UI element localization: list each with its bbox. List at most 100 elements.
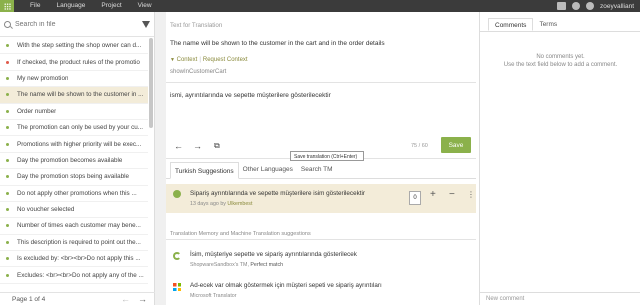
status-dot-icon [6,191,9,195]
tm-text: İsim, müşteriye sepette ve sipariş ayrın… [190,251,357,258]
vote-count: 0 [409,191,421,205]
status-dot-icon [6,109,9,113]
list-item-text: Day the promotion becomes available [17,156,123,164]
suggestion-tabs: Turkish Suggestions Other Languages Sear… [166,162,476,179]
comment-tabs: Comments Terms [488,18,563,31]
context-link[interactable]: Context [177,57,198,63]
status-dot-icon [6,76,9,80]
string-key: showInCustomerCart [170,69,227,75]
status-dot-icon [6,240,9,244]
gear-icon[interactable] [572,2,581,10]
list-item[interactable]: With the step setting the shop owner can… [0,38,148,55]
list-item-text: Number of times each customer may bene..… [17,222,141,230]
list-item[interactable]: If checked, the product rules of the pro… [0,54,148,71]
tm-header: Translation Memory and Machine Translati… [170,231,311,237]
search-input[interactable] [15,20,138,28]
list-item[interactable]: Is excluded by: <br><br>Do not apply thi… [0,251,148,268]
no-comments-message: No comments yet. Use the text field belo… [503,54,618,68]
suggestion-row[interactable]: Sipariş ayrıntılarında ve sepette müşter… [166,184,476,213]
top-menu-bar: File Language Project View zoeyvalliant [0,0,640,12]
string-list: With the step setting the shop owner can… [0,38,148,284]
tab-search-tm[interactable]: Search TM [297,161,337,178]
list-item[interactable]: Excludes: <br><br>Do not apply any of th… [0,267,148,284]
menu-language[interactable]: Language [48,0,93,12]
list-item-text: No voucher selected [17,206,75,214]
list-item[interactable]: The promotion can only be used by your c… [0,120,148,137]
undo-icon[interactable]: ← [174,141,183,151]
app-logo-icon[interactable] [0,0,14,12]
source-label: Text for Translation [170,22,223,29]
copy-source-icon[interactable]: ⧉ [214,141,220,151]
list-item[interactable]: Promotions with higher priority will be … [0,136,148,153]
list-item[interactable]: Number of times each customer may bene..… [0,218,148,235]
mt-suggestion[interactable]: Ad-ecek var olmak göstermek için müşteri… [166,278,476,304]
source-text: The name will be shown to the customer i… [170,40,385,47]
prev-page-icon[interactable]: ← [121,294,130,304]
search-icon [4,20,11,28]
user-menu[interactable]: zoeyvalliant [600,3,634,10]
suggestion-text: Sipariş ayrıntılarında ve sepette müşter… [190,190,365,197]
list-item-text: Order number [17,107,57,115]
string-list-panel: With the step setting the shop owner can… [0,12,155,305]
list-item[interactable]: No voucher selected [0,202,148,219]
list-item-text: If checked, the product rules of the pro… [17,58,140,66]
help-icon[interactable] [586,2,595,10]
list-item-text: The name will be shown to the customer i… [17,91,144,99]
status-dot-icon [6,126,9,130]
list-item[interactable]: The name will be shown to the customer i… [0,87,148,104]
save-button[interactable]: Save [441,137,471,153]
suggestion-author[interactable]: Ulkembest [227,201,252,207]
request-context-link[interactable]: Request Context [203,57,248,63]
menu-file[interactable]: File [22,0,48,12]
tab-terms[interactable]: Terms [533,18,563,31]
list-item[interactable]: Do not apply other promotions when this … [0,186,148,202]
microsoft-translator-icon [173,283,181,291]
tab-turkish-suggestions[interactable]: Turkish Suggestions [170,162,239,179]
more-options-icon[interactable]: ⋮ [467,190,475,199]
downvote-icon[interactable]: − [449,189,455,200]
list-item[interactable]: Day the promotion becomes available [0,153,148,170]
redo-icon[interactable]: → [193,141,202,151]
filter-icon[interactable] [142,20,150,28]
list-item[interactable]: Order number [0,104,148,120]
tab-comments[interactable]: Comments [488,18,534,31]
page-indicator: Page 1 of 4 [12,295,46,303]
comments-panel: Comments Terms No comments yet. Use the … [479,12,640,305]
status-dot-icon [6,257,9,261]
status-dot-icon [6,158,9,162]
caret-down-icon: ▼ [170,57,175,63]
next-page-icon[interactable]: → [138,294,147,304]
upvote-icon[interactable]: + [430,189,436,200]
list-item-text: Day the promotion stops being available [17,173,130,181]
status-dot-icon [6,208,9,212]
list-item-text: My new promotion [17,74,69,82]
status-dot-icon [6,60,9,64]
divider [480,31,640,32]
list-item[interactable]: My new promotion [0,71,148,88]
suggestion-status-icon [173,190,181,198]
list-item-text: Promotions with higher priority will be … [17,140,142,148]
translation-textarea[interactable]: ismi, ayrıntılarında ve sepette müşteril… [170,92,331,99]
status-dot-icon [6,93,9,97]
status-dot-icon [6,44,9,48]
tab-other-languages[interactable]: Other Languages [239,161,297,178]
menu-project[interactable]: Project [93,0,129,12]
list-scrollbar[interactable] [149,38,153,128]
list-item[interactable]: This description is required to point ou… [0,235,148,252]
tm-source: ShopwareSandbox's TM, Perfect match [190,262,284,268]
list-item-text: The promotion can only be used by your c… [17,124,144,132]
list-item[interactable]: Day the promotion stops being available [0,169,148,186]
suggestion-meta: 13 days ago by Ulkembest [190,201,253,207]
new-comment-input[interactable]: New comment [480,292,640,305]
tm-suggestion[interactable]: İsim, müşteriye sepette ve sipariş ayrın… [166,247,476,273]
tm-icon [173,252,181,260]
divider [166,82,476,83]
list-item-text: Is excluded by: <br><br>Do not apply thi… [17,255,141,263]
mt-text: Ad-ecek var olmak göstermek için müşteri… [190,282,382,289]
panel-divider [155,12,166,305]
list-item-text: With the step setting the shop owner can… [17,42,142,50]
keyboard-icon[interactable] [557,2,567,10]
menu-view[interactable]: View [130,0,160,12]
list-item-text: Excludes: <br><br>Do not apply any of th… [17,271,144,279]
status-dot-icon [6,273,9,277]
